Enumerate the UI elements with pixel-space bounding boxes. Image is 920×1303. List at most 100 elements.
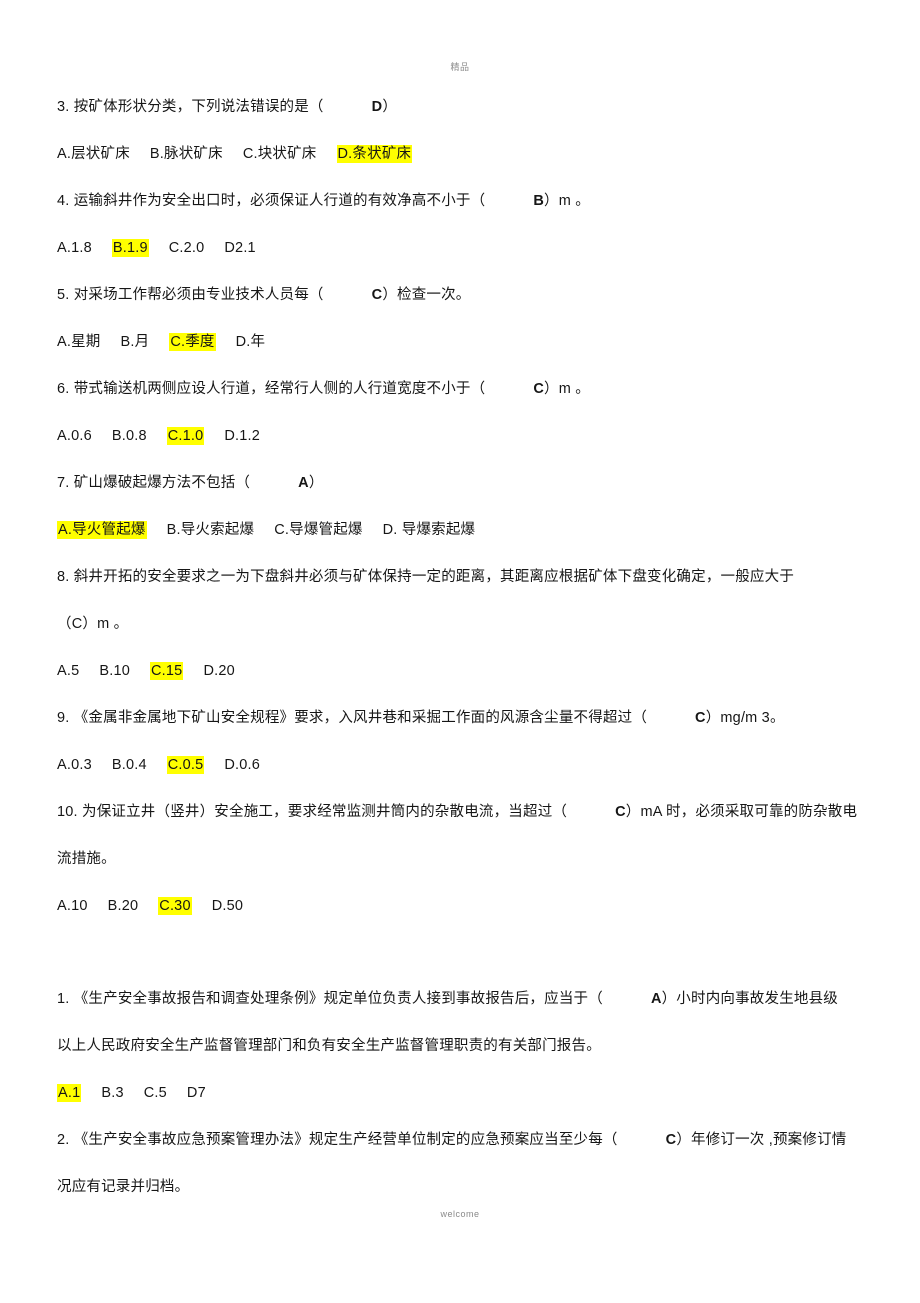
option-item[interactable]: A.层状矿床 [57, 146, 130, 162]
option-item[interactable]: D2.1 [224, 240, 255, 256]
option-item[interactable]: A.0.3 [57, 757, 92, 773]
question-stem-text: 《金属非金属地下矿山安全规程》要求，入风井巷和采掘工作面的风源含尘量不得超过（ [73, 710, 648, 726]
option-item[interactable]: C.2.0 [169, 240, 205, 256]
option-item[interactable]: B.1.9 [111, 239, 149, 257]
option-item[interactable]: A.5 [57, 663, 79, 679]
question-block: 2. 《生产安全事故应急预案管理办法》规定生产经营单位制定的应急预案应当至少每（… [57, 1117, 885, 1211]
option-row: A.10 B.20 C.30 D.50 [57, 883, 885, 930]
option-item[interactable]: B.0.8 [112, 428, 147, 444]
option-item[interactable]: C.导爆管起爆 [274, 522, 362, 538]
option-item[interactable]: D.条状矿床 [336, 145, 413, 163]
option-item[interactable]: D.20 [203, 663, 234, 679]
question-stem-suffix: ）检查一次。 [382, 287, 471, 303]
option-item[interactable]: D7 [187, 1085, 206, 1101]
question-stem-suffix: ）mA 时，必须采取可靠的防杂散电 [625, 804, 858, 820]
question-stem-text: 对采场工作帮必须由专业技术人员每（ [73, 287, 324, 303]
option-item[interactable]: A.导火管起爆 [57, 521, 147, 539]
question-number: 5. [57, 287, 70, 303]
option-item[interactable]: B.导火索起爆 [167, 522, 255, 538]
question-content: 3. 按矿体形状分类，下列说法错误的是（ D ） A.层状矿床 B.脉状矿床 C.块状矿床… [57, 84, 885, 1211]
question-block: 8. 斜井开拓的安全要求之一为下盘斜井必须与矿体保持一定的距离，其距离应根据矿体… [57, 554, 885, 695]
question-stem-text: 带式输送机两侧应设人行道，经常行人侧的人行道宽度不小于（ [73, 381, 486, 397]
question-stem: 9. 《金属非金属地下矿山安全规程》要求，入风井巷和采掘工作面的风源含尘量不得超… [57, 695, 885, 742]
question-stem-text: 斜井开拓的安全要求之一为下盘斜井必须与矿体保持一定的距离，其距离应根据矿体下盘变… [73, 569, 795, 585]
question-stem: 5. 对采场工作帮必须由专业技术人员每（ C）检查一次。 [57, 272, 885, 319]
option-row: A.星期 B.月 C.季度 D.年 [57, 319, 885, 366]
option-row: A.0.3 B.0.4 C.0.5 D.0.6 [57, 742, 885, 789]
question-stem-text: 运输斜井作为安全出口时，必须保证人行道的有效净高不小于（ [73, 193, 486, 209]
question-stem: 1. 《生产安全事故报告和调查处理条例》规定单位负责人接到事故报告后，应当于（ A… [57, 976, 885, 1023]
question-stem-suffix: ）mg/m 3。 [705, 710, 785, 726]
document-page: 精品 3. 按矿体形状分类，下列说法错误的是（ D ） A.层状矿床 B.脉状矿床 C.块… [0, 0, 920, 1303]
option-item[interactable]: A.10 [57, 898, 88, 914]
option-item[interactable]: D.50 [212, 898, 243, 914]
option-item[interactable]: A.0.6 [57, 428, 92, 444]
option-row: A.1.8 B.1.9 C.2.0 D2.1 [57, 225, 885, 272]
question-stem-suffix: ）小时内向事故发生地县级 [661, 991, 839, 1007]
question-stem-text: 按矿体形状分类，下列说法错误的是（ [73, 99, 324, 115]
option-item[interactable]: A.星期 [57, 334, 101, 350]
question-stem-suffix: ）m 。 [544, 381, 590, 397]
option-item[interactable]: D. 导爆索起爆 [383, 522, 476, 538]
header-watermark: 精品 [450, 62, 470, 72]
question-stem-text: 《生产安全事故报告和调查处理条例》规定单位负责人接到事故报告后，应当于（ [73, 991, 603, 1007]
question-stem-suffix: ）年修订一次 ,预案修订情 [676, 1132, 847, 1148]
answer-letter: C [533, 381, 545, 397]
option-item[interactable]: D.年 [236, 334, 266, 350]
questions-list: 3. 按矿体形状分类，下列说法错误的是（ D ） A.层状矿床 B.脉状矿床 C.块状矿床… [57, 84, 885, 930]
question-number: 10. [57, 804, 78, 820]
question-stem-continuation: （C）m 。 [57, 616, 129, 632]
option-item[interactable]: C.5 [144, 1085, 167, 1101]
answer-letter: C [615, 804, 626, 820]
option-item[interactable]: D.1.2 [224, 428, 260, 444]
question-stem: 8. 斜井开拓的安全要求之一为下盘斜井必须与矿体保持一定的距离，其距离应根据矿体… [57, 554, 885, 601]
option-row: A.0.6 B.0.8 C.1.0 D.1.2 [57, 413, 885, 460]
option-item[interactable]: B.3 [101, 1085, 123, 1101]
answer-letter: A [298, 475, 309, 491]
question-stem-text: 矿山爆破起爆方法不包括（ [73, 475, 251, 491]
answer-letter: C [665, 1132, 677, 1148]
question-stem-suffix: ） [308, 475, 324, 491]
question-block: 3. 按矿体形状分类，下列说法错误的是（ D） A.层状矿床 B.脉状矿床 C.块状矿床… [57, 84, 885, 178]
option-item[interactable]: B.0.4 [112, 757, 147, 773]
option-item[interactable]: B.20 [108, 898, 139, 914]
question-stem-continuation: 流措施。 [57, 851, 116, 867]
option-item[interactable]: C.30 [158, 897, 192, 915]
option-item[interactable]: C.1.0 [166, 427, 205, 445]
footer-watermark: welcome [440, 1209, 480, 1219]
question-stem: 2. 《生产安全事故应急预案管理办法》规定生产经营单位制定的应急预案应当至少每（… [57, 1117, 885, 1164]
question-number: 9. [57, 710, 70, 726]
question-stem-text: 为保证立井（竖井）安全施工，要求经常监测井筒内的杂散电流，当超过（ [82, 804, 568, 820]
question-stem: 10. 为保证立井（竖井）安全施工，要求经常监测井筒内的杂散电流，当超过（ C）m… [57, 789, 885, 836]
option-item[interactable]: A.1 [57, 1084, 82, 1102]
answer-letter: D [371, 99, 383, 115]
option-item[interactable]: C.15 [150, 662, 184, 680]
question-number: 3. [57, 99, 70, 115]
question-number: 8. [57, 569, 70, 585]
question-stem-text: 《生产安全事故应急预案管理办法》规定生产经营单位制定的应急预案应当至少每（ [73, 1132, 618, 1148]
question-stem-continuation: 况应有记录并归档。 [57, 1179, 190, 1195]
question-block: 1. 《生产安全事故报告和调查处理条例》规定单位负责人接到事故报告后，应当于（ A… [57, 976, 885, 1117]
question-block: 7. 矿山爆破起爆方法不包括（ A） A.导火管起爆 B.导火索起爆 C.导爆管起爆 D.… [57, 460, 885, 554]
option-row: A.导火管起爆 B.导火索起爆 C.导爆管起爆 D. 导爆索起爆 [57, 507, 885, 554]
option-item[interactable]: B.10 [99, 663, 130, 679]
question-number: 2. [57, 1132, 70, 1148]
option-item[interactable]: C.0.5 [166, 756, 205, 774]
answer-letter: B [533, 193, 545, 209]
option-item[interactable]: B.脉状矿床 [150, 146, 223, 162]
option-item[interactable]: A.1.8 [57, 240, 92, 256]
option-item[interactable]: C.块状矿床 [243, 146, 317, 162]
question-block: 5. 对采场工作帮必须由专业技术人员每（ C）检查一次。 A.星期 B.月 C.季度 D.… [57, 272, 885, 366]
option-item[interactable]: C.季度 [169, 333, 216, 351]
question-stem: 3. 按矿体形状分类，下列说法错误的是（ D） [57, 84, 885, 131]
option-item[interactable]: B.月 [121, 334, 150, 350]
question-number: 6. [57, 381, 70, 397]
question-number: 1. [57, 991, 70, 1007]
option-row: A.5 B.10 C.15 D.20 [57, 648, 885, 695]
question-stem: 6. 带式输送机两侧应设人行道，经常行人侧的人行道宽度不小于（ C）m 。 [57, 366, 885, 413]
question-number: 7. [57, 475, 70, 491]
option-item[interactable]: D.0.6 [224, 757, 260, 773]
question-stem: 4. 运输斜井作为安全出口时，必须保证人行道的有效净高不小于（ B）m 。 [57, 178, 885, 225]
answer-letter: A [650, 991, 662, 1007]
